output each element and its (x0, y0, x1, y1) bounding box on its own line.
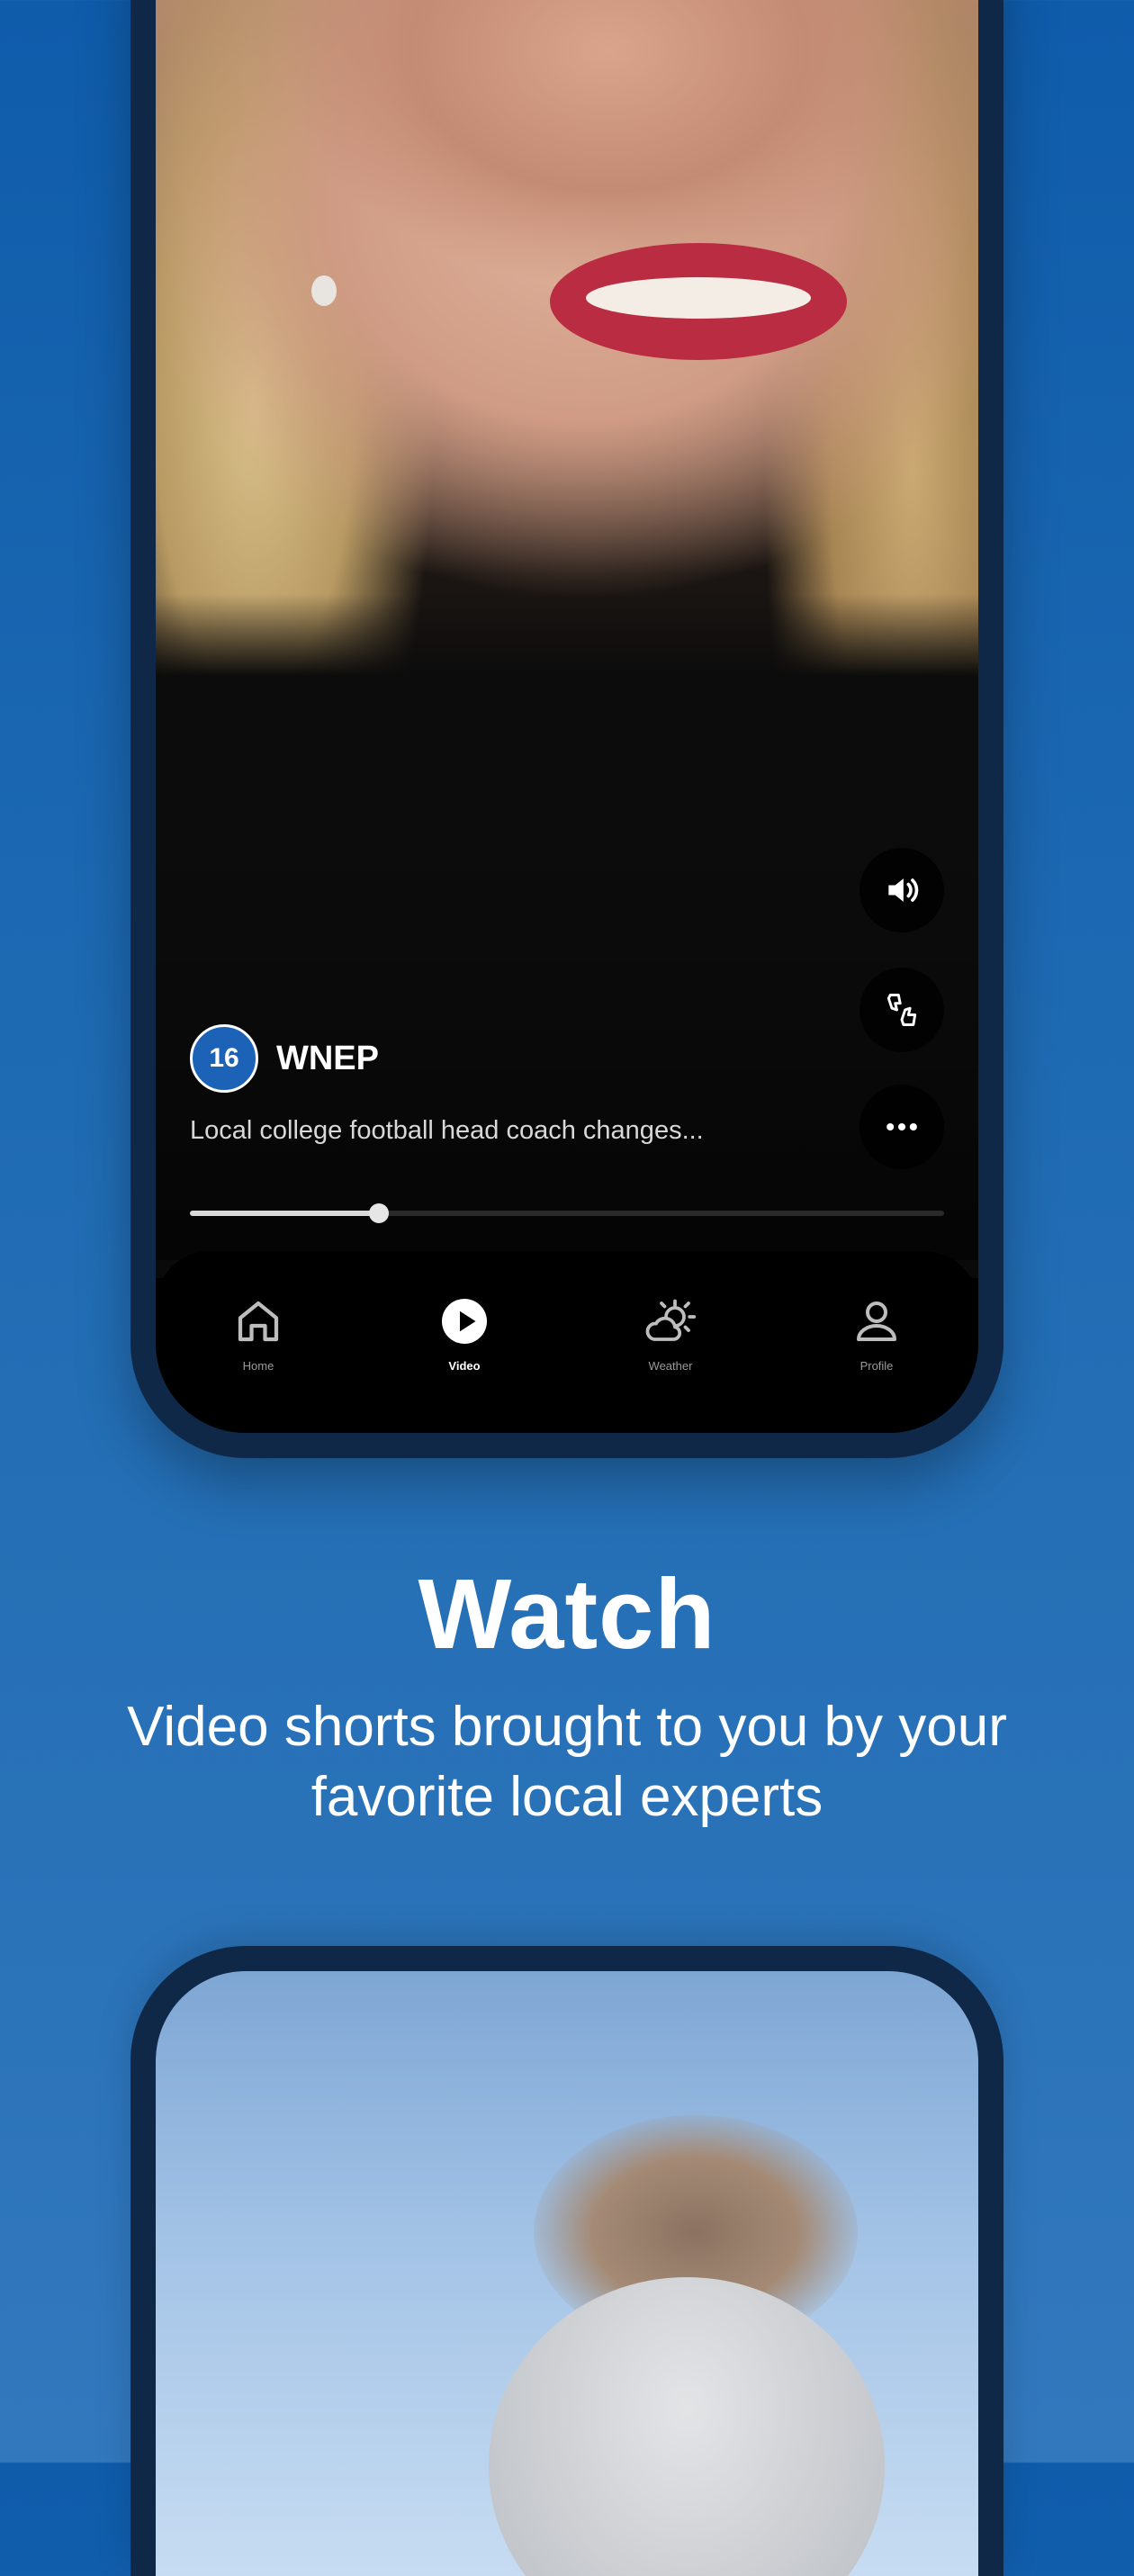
volume-icon (888, 878, 919, 902)
headline: Watch (418, 1559, 716, 1670)
rate-button[interactable] (860, 968, 944, 1052)
top-phone-mockup: 16 WNEP Local college football head coac… (130, 0, 1004, 1458)
video-screen: 16 WNEP Local college football head coac… (156, 0, 978, 1433)
tab-weather-label: Weather (648, 1359, 693, 1373)
video-progress-bar[interactable] (190, 1203, 944, 1223)
tab-video[interactable]: Video (401, 1294, 527, 1373)
play-icon (442, 1299, 487, 1344)
more-button[interactable] (860, 1085, 944, 1169)
volume-button[interactable] (860, 848, 944, 932)
more-icon (886, 1122, 917, 1131)
presenter-lips (550, 243, 847, 360)
home-icon (238, 1301, 279, 1342)
tab-video-label: Video (448, 1359, 481, 1373)
tab-profile[interactable]: Profile (814, 1294, 940, 1373)
video-progress-knob[interactable] (368, 1203, 389, 1223)
thumbs-icon (886, 994, 917, 1026)
channel-name: WNEP (276, 1039, 379, 1077)
earring (311, 275, 337, 306)
tab-home[interactable]: Home (195, 1294, 321, 1373)
video-caption[interactable]: Local college football head coach change… (190, 1116, 704, 1146)
bottom-tab-bar: Home Video Weather Profile (156, 1251, 978, 1433)
profile-icon (857, 1302, 896, 1341)
weather-icon (645, 1299, 697, 1341)
channel-info[interactable]: 16 WNEP (190, 1024, 379, 1093)
tab-profile-label: Profile (860, 1359, 894, 1373)
knit-hat (489, 2277, 885, 2576)
subline: Video shorts brought to you by your favo… (127, 1696, 1007, 1828)
video-progress-fill (190, 1211, 379, 1216)
bottom-video-screen[interactable] (156, 1971, 978, 2576)
bottom-phone-mockup (130, 1946, 1004, 2576)
tab-weather[interactable]: Weather (608, 1294, 734, 1373)
tab-home-label: Home (242, 1359, 274, 1373)
channel-logo: 16 (190, 1024, 258, 1093)
